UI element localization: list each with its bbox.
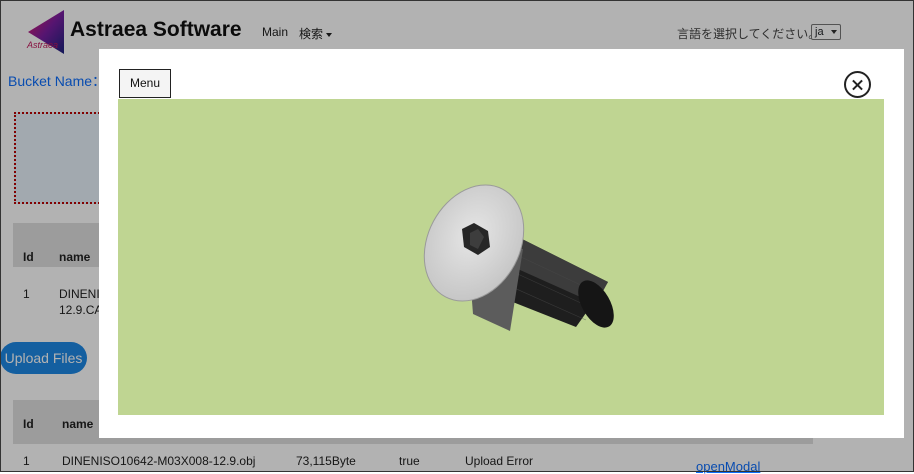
close-circle-icon[interactable] [844, 71, 871, 98]
3d-viewer-canvas[interactable] [118, 99, 884, 415]
viewer-modal: Menu [99, 49, 904, 438]
screw-model [423, 184, 614, 331]
menu-button[interactable]: Menu [119, 69, 171, 98]
